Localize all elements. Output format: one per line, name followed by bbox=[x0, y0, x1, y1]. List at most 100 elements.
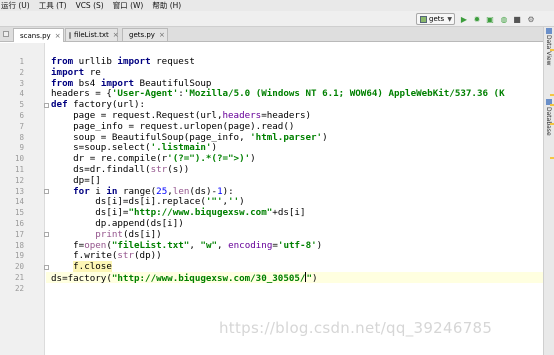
code-line: dp=[] bbox=[51, 175, 101, 186]
coverage-icon[interactable]: ▣ bbox=[485, 14, 495, 24]
line-number: 1 bbox=[19, 57, 24, 66]
line-number: 18 bbox=[14, 240, 24, 250]
menu-run[interactable]: 运行 (U) bbox=[1, 0, 30, 11]
watermark: https://blog.csdn.net/qq_39246785 bbox=[219, 319, 493, 337]
code-token: "w" bbox=[200, 239, 218, 251]
line-number: 2 bbox=[19, 67, 24, 77]
code-token: bs4 bbox=[73, 77, 101, 89]
code-token: len bbox=[172, 185, 190, 197]
line-number: 8 bbox=[19, 132, 24, 142]
code-line: f.write(str(dp)) bbox=[51, 250, 162, 261]
code-token: in bbox=[106, 185, 118, 197]
code-line: ds[i]="http://www.biqugexsw.com"+ds[i] bbox=[51, 207, 305, 218]
line-number: 16 bbox=[14, 219, 24, 228]
code-token: dp=[] bbox=[51, 174, 101, 186]
code-token: urllib bbox=[73, 56, 118, 67]
code-line: import re bbox=[51, 67, 101, 78]
code-token: import bbox=[51, 66, 85, 78]
code-token: "http://www.biqugexsw.com/30_30505/ bbox=[111, 273, 306, 284]
code-token: +ds[i] bbox=[272, 207, 306, 219]
code-line: ds=factory("http://www.biqugexsw.com/30_… bbox=[51, 272, 318, 284]
code-token: , bbox=[189, 239, 201, 251]
code-token: 25 bbox=[156, 185, 168, 197]
code-line: s=soup.select('.listmain') bbox=[51, 142, 217, 153]
code-token: open bbox=[84, 239, 107, 251]
tab-filelist-txt[interactable]: fileList.txt × bbox=[65, 28, 119, 41]
code-token: ) bbox=[312, 273, 318, 284]
code-token: dr = re.compile(r bbox=[51, 153, 168, 165]
code-line: print(ds[i]) bbox=[51, 228, 161, 240]
close-icon[interactable]: × bbox=[113, 31, 119, 39]
profile-icon[interactable]: ◍ bbox=[499, 14, 509, 24]
code-token: headers bbox=[222, 110, 262, 121]
fold-marker-icon[interactable] bbox=[44, 232, 49, 238]
code-line: dr = re.compile(r'(?=").*(?=">)') bbox=[51, 153, 256, 164]
code-token: page = request.Request(url, bbox=[51, 110, 223, 121]
code-token: ) bbox=[211, 142, 217, 154]
scroll-marker bbox=[550, 123, 554, 125]
run-config-select[interactable]: gets ▼ bbox=[416, 13, 455, 25]
fold-marker-icon[interactable] bbox=[44, 102, 49, 108]
editor-tab-bar: scans.py × fileList.txt × gets.py × bbox=[0, 27, 543, 42]
code-token: "http://www.biqugexsw.com" bbox=[128, 207, 273, 219]
line-number: 13 bbox=[14, 186, 24, 196]
code-editor[interactable]: 1 2 3 4 5 6 7 8 9 10 11 12 13 14 15 16 17 18 19 20 21 22 from… bbox=[0, 43, 543, 355]
menu-window[interactable]: 窗口 (W) bbox=[113, 0, 144, 11]
code-token: '(?=").*(?=">)' bbox=[167, 153, 251, 165]
menu-bar: 运行 (U) 工具 (T) VCS (S) 窗口 (W) 帮助 (H) bbox=[0, 0, 554, 11]
debug-icon[interactable]: ✹ bbox=[472, 14, 482, 24]
code-token: (s)) bbox=[167, 164, 190, 175]
code-line: ds[i]=ds[i].replace('"','') bbox=[51, 196, 245, 208]
code-token: ): bbox=[222, 185, 234, 197]
code-token: ) bbox=[239, 196, 245, 208]
menu-vcs[interactable]: VCS (S) bbox=[76, 1, 104, 10]
line-number: 17 bbox=[14, 229, 24, 239]
code-token: '"' bbox=[205, 196, 223, 208]
code-token: def bbox=[51, 99, 68, 111]
menu-tools[interactable]: 工具 (T) bbox=[39, 0, 67, 11]
line-number: 19 bbox=[14, 251, 24, 261]
stop-icon[interactable]: ■ bbox=[512, 14, 522, 24]
menu-help[interactable]: 帮助 (H) bbox=[152, 0, 181, 11]
code-token: , bbox=[217, 239, 229, 251]
scroll-marker bbox=[550, 157, 554, 159]
run-icon[interactable]: ▶ bbox=[459, 14, 469, 24]
code-token: re bbox=[84, 66, 101, 78]
code-line: page_info = request.urlopen(page).read() bbox=[51, 121, 294, 132]
close-icon[interactable]: × bbox=[55, 32, 61, 40]
toolbar: gets ▼ ▶ ✹ ▣ ◍ ■ ⚙ bbox=[0, 11, 554, 27]
code-token: range( bbox=[117, 185, 157, 197]
more-icon[interactable]: ⚙ bbox=[526, 14, 536, 24]
tab-gets-py[interactable]: gets.py × bbox=[122, 28, 168, 41]
code-token: factory(url): bbox=[67, 99, 146, 111]
code-token: ds=dr.findall( bbox=[51, 164, 151, 175]
data-view-icon bbox=[546, 28, 552, 34]
code-token: 'html.parser' bbox=[250, 131, 323, 143]
code-token: dp.append(ds[i]) bbox=[51, 218, 184, 229]
line-number: 9 bbox=[19, 143, 24, 153]
close-icon[interactable]: × bbox=[159, 31, 165, 39]
fold-marker-icon[interactable] bbox=[44, 264, 49, 270]
code-token: 'User-Agent' bbox=[111, 88, 179, 100]
code-token: str bbox=[150, 164, 168, 175]
chevron-down-icon: ▼ bbox=[447, 15, 452, 23]
code-token: s=soup.select( bbox=[51, 142, 151, 154]
code-token: ds=factory( bbox=[51, 273, 112, 284]
right-tool-strip: Data View Database bbox=[543, 27, 554, 355]
database-tab[interactable]: Database bbox=[545, 107, 552, 136]
scroll-marker bbox=[550, 104, 554, 106]
scroll-marker bbox=[550, 94, 554, 96]
tab-scans-py[interactable]: scans.py × bbox=[13, 28, 64, 42]
tab-label: scans.py bbox=[20, 31, 51, 40]
line-number: 5 bbox=[19, 100, 24, 110]
code-token: '.listmain' bbox=[150, 142, 212, 154]
code-token: from bbox=[51, 56, 74, 67]
code-token: str bbox=[117, 250, 134, 262]
line-number: 22 bbox=[14, 283, 24, 293]
fold-marker-icon[interactable] bbox=[44, 189, 49, 195]
line-number-gutter: 1 2 3 4 5 6 7 8 9 10 11 12 13 14 15 16 17 18 19 20 21 22 bbox=[0, 43, 45, 355]
code-token: print bbox=[95, 228, 123, 240]
text-file-icon bbox=[69, 31, 71, 39]
line-number: 7 bbox=[19, 121, 24, 131]
